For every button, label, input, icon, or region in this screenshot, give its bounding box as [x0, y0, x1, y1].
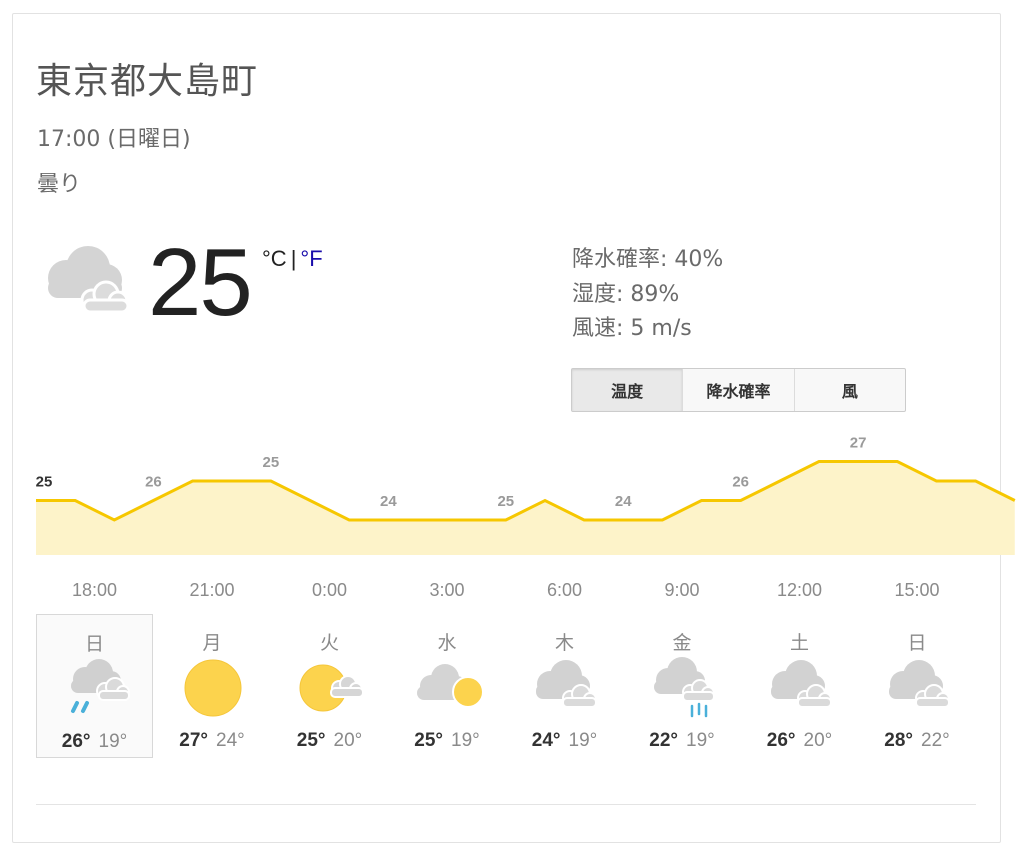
- time-tick: 6:00: [546, 580, 583, 600]
- cloudy-icon: [765, 656, 835, 720]
- day-forecast[interactable]: 金 22° 19°: [624, 614, 741, 758]
- time-tick: 3:00: [429, 580, 465, 600]
- partly-sunny-icon: [295, 656, 365, 720]
- chart-value-label: 27: [850, 435, 867, 452]
- celsius-unit[interactable]: °C: [262, 246, 287, 271]
- time-tick: 9:00: [664, 580, 700, 600]
- sun-icon: [178, 656, 248, 720]
- day-forecast[interactable]: 水 25° 19°: [389, 614, 506, 758]
- condition-label: 曇り: [37, 172, 82, 197]
- low-temp: 19°: [451, 730, 480, 751]
- high-temp: 26°: [61, 731, 91, 752]
- cloudy-icon: [883, 656, 953, 720]
- day-name: 土: [789, 632, 809, 654]
- cloudy-icon: [530, 656, 600, 720]
- current-temperature: 25: [148, 229, 253, 336]
- day-name: 金: [672, 632, 692, 654]
- rain-cloud-icon: [61, 657, 131, 721]
- high-low: 28° 22°: [859, 730, 976, 752]
- time-tick: 18:00: [71, 580, 118, 600]
- high-temp: 26°: [766, 730, 796, 751]
- tab-precipitation[interactable]: 降水確率: [682, 369, 793, 411]
- wind-stat: 風速: 5 m/s: [572, 316, 692, 341]
- day-name: 水: [437, 632, 457, 654]
- day-forecast[interactable]: 月 27° 24°: [154, 614, 271, 758]
- day-name: 月: [202, 632, 222, 654]
- high-low: 24° 19°: [506, 730, 623, 752]
- time-tick: 21:00: [189, 580, 235, 600]
- high-temp: 24°: [531, 730, 561, 751]
- chart-value-label: 24: [380, 493, 397, 510]
- low-temp: 19°: [98, 731, 128, 752]
- low-temp: 19°: [568, 730, 598, 751]
- day-forecast[interactable]: 火 25° 20°: [271, 614, 388, 758]
- high-temp: 27°: [179, 730, 208, 751]
- low-temp: 19°: [686, 730, 715, 751]
- time-tick: 12:00: [776, 580, 823, 600]
- temperature-chart: 25 26 25 24 25 24 26 27: [36, 435, 1016, 555]
- high-temp: 22°: [649, 730, 678, 751]
- day-name: 日: [907, 632, 927, 654]
- cloudy-icon: [38, 238, 134, 318]
- chart-value-label: 25: [263, 454, 280, 471]
- showers-icon: [648, 656, 718, 720]
- high-temp: 25°: [296, 730, 326, 751]
- high-low: 22° 19°: [624, 730, 741, 752]
- humidity-stat: 湿度: 89%: [572, 282, 680, 307]
- location-title: 東京都大島町: [36, 61, 259, 102]
- day-forecast[interactable]: 木 24° 19°: [506, 614, 623, 758]
- day-name: 日: [84, 633, 104, 655]
- chart-value-label: 24: [615, 493, 632, 510]
- sun-behind-cloud-icon: [413, 656, 484, 720]
- chart-area: [36, 461, 1015, 555]
- unit-separator: |: [290, 246, 297, 271]
- divider: [36, 804, 976, 805]
- chart-value-label: 26: [732, 474, 749, 491]
- day-name: 火: [319, 632, 339, 654]
- high-low: 26° 20°: [741, 730, 858, 752]
- chart-value-label: 26: [145, 474, 162, 491]
- high-low: 25° 20°: [271, 730, 388, 752]
- day-forecast[interactable]: 日 26° 19°: [36, 614, 153, 758]
- tab-wind[interactable]: 風: [793, 369, 905, 411]
- low-temp: 20°: [333, 730, 363, 751]
- high-low: 25° 19°: [389, 730, 506, 752]
- low-temp: 24°: [216, 730, 245, 751]
- high-low: 27° 24°: [154, 730, 271, 752]
- tab-temperature[interactable]: 温度: [572, 369, 683, 411]
- time-tick: 15:00: [894, 580, 940, 600]
- precipitation-stat: 降水確率: 40%: [572, 247, 724, 272]
- chart-tabs: 温度 降水確率 風: [571, 368, 906, 412]
- time-tick: 0:00: [311, 580, 348, 600]
- fahrenheit-link[interactable]: °F: [300, 246, 322, 271]
- low-temp: 22°: [921, 730, 950, 751]
- day-forecast[interactable]: 日 28° 22°: [859, 614, 976, 758]
- datetime-label: 17:00 (日曜日): [37, 127, 191, 152]
- day-forecast[interactable]: 土 26° 20°: [741, 614, 858, 758]
- low-temp: 20°: [803, 730, 833, 751]
- day-name: 木: [554, 632, 574, 654]
- chart-value-label: 25: [36, 474, 53, 491]
- high-temp: 25°: [414, 730, 443, 751]
- chart-value-label: 25: [497, 493, 514, 510]
- high-low: 26° 19°: [37, 731, 152, 753]
- high-temp: 28°: [884, 730, 913, 751]
- unit-toggle: °C | °F: [262, 246, 323, 272]
